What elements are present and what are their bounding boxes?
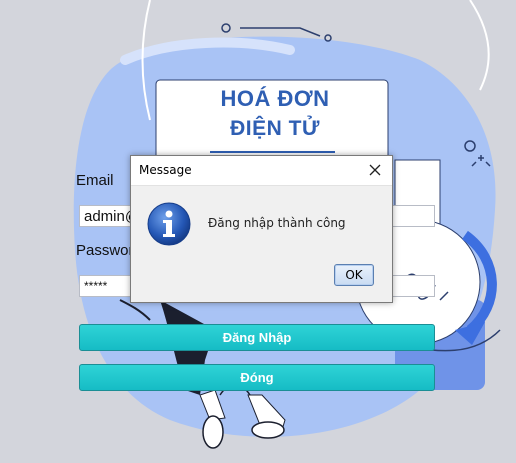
password-field-right-part[interactable]	[391, 275, 435, 297]
dialog-title: Message	[139, 163, 192, 177]
banner-line-1: HOÁ ĐƠN	[220, 86, 330, 111]
close-button[interactable]: Đóng	[79, 364, 435, 391]
email-label: Email	[76, 172, 114, 189]
email-field-right-part[interactable]	[391, 205, 435, 227]
invoice-banner: HOÁ ĐƠN ĐIỆN TỬ	[165, 84, 385, 144]
close-icon[interactable]	[364, 159, 386, 181]
message-dialog: Message Đăng nhập thành công OK	[130, 155, 393, 303]
info-icon	[147, 202, 191, 246]
password-field[interactable]: *****	[79, 275, 137, 297]
ok-button[interactable]: OK	[334, 264, 374, 286]
banner-line-2: ĐIỆN TỬ	[230, 117, 320, 140]
dialog-message: Đăng nhập thành công	[208, 216, 346, 230]
dialog-title-bar: Message	[131, 156, 392, 186]
login-button[interactable]: Đăng Nhập	[79, 324, 435, 351]
email-field[interactable]: admin@	[79, 205, 137, 227]
